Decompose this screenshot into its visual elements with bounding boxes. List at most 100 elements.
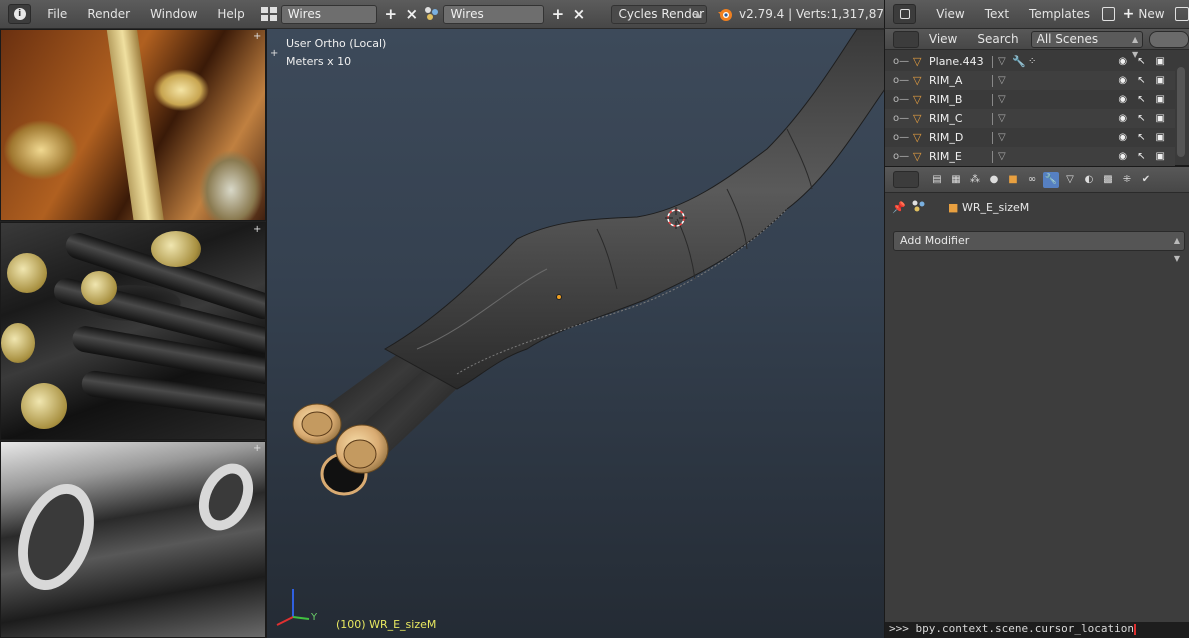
open-folder-icon[interactable] <box>1174 7 1189 21</box>
visibility-icon[interactable]: ◉ <box>1118 75 1127 86</box>
object-origin-icon[interactable] <box>556 294 562 300</box>
item-name[interactable]: RIM_C <box>929 112 987 125</box>
text-caret <box>1134 623 1137 635</box>
outliner-scrollbar[interactable] <box>1177 67 1185 157</box>
mesh-icon: ▽ <box>913 131 922 144</box>
physics-tab-icon[interactable]: ✔ <box>1138 172 1154 188</box>
scene-tab-icon[interactable]: ⁂ <box>967 172 983 188</box>
visibility-icon[interactable]: ◉ <box>1118 56 1127 67</box>
item-name[interactable]: Plane.443 <box>929 55 987 68</box>
modifier-icon: 🔧 <box>1012 55 1026 68</box>
particles-tab-icon[interactable]: ⁜ <box>1119 172 1135 188</box>
menu-templates[interactable]: Templates <box>1019 7 1100 21</box>
outliner: View Search All Scenes ▲ ▼ o— ▽ Plane.443… <box>884 29 1189 167</box>
selectable-icon[interactable]: ↖ <box>1137 151 1145 162</box>
texture-tab-icon[interactable]: ▩ <box>1100 172 1116 188</box>
delete-layout-button[interactable]: × <box>404 6 419 23</box>
menu-render[interactable]: Render <box>77 7 140 21</box>
visibility-icon[interactable]: ◉ <box>1118 151 1127 162</box>
visibility-icon[interactable]: ◉ <box>1118 94 1127 105</box>
render-engine-label: Cycles Render <box>618 6 705 21</box>
constraints-tab-icon[interactable]: ∞ <box>1024 172 1040 188</box>
visibility-icon[interactable]: ◉ <box>1118 113 1127 124</box>
menu-help[interactable]: Help <box>207 7 254 21</box>
world-tab-icon[interactable]: ● <box>986 172 1002 188</box>
menu-file[interactable]: File <box>37 7 77 21</box>
console-line[interactable]: >>> bpy.context.scene.cursor_location <box>889 622 1134 635</box>
new-text-button[interactable]: New <box>1134 7 1174 21</box>
visibility-icon[interactable]: ◉ <box>1118 132 1127 143</box>
item-name[interactable]: RIM_B <box>929 93 987 106</box>
info-header: i File Render Window Help Wires + × Wire… <box>0 0 884 29</box>
item-name[interactable]: RIM_A <box>929 74 987 87</box>
particles-icon: ⁘ <box>1028 56 1037 67</box>
image-editor-area: + + + <box>0 29 266 638</box>
outliner-item[interactable]: o— ▽ RIM_E ▽ ◉ ↖ ▣ <box>885 147 1175 166</box>
new-text-plus-icon[interactable]: + <box>1123 6 1135 22</box>
object-icon: ■ <box>948 201 959 214</box>
object-tab-icon[interactable]: ■ <box>1005 172 1021 188</box>
add-layout-button[interactable]: + <box>383 6 398 23</box>
menu-text[interactable]: Text <box>975 7 1019 21</box>
3d-cursor-icon[interactable] <box>665 207 687 229</box>
properties-editor-button[interactable] <box>893 171 919 188</box>
outliner-item[interactable]: o— ▽ RIM_A ▽ ◉ ↖ ▣ <box>885 71 1175 90</box>
selectable-icon[interactable]: ↖ <box>1137 75 1145 86</box>
mesh-icon: ▽ <box>913 74 922 87</box>
pin-icon[interactable]: 📌 <box>892 201 906 214</box>
outliner-item[interactable]: o— ▽ Plane.443 ▽ 🔧 ⁘ ◉ ↖ ▣ <box>885 52 1175 71</box>
selectable-icon[interactable]: ↖ <box>1137 56 1145 67</box>
outliner-item[interactable]: o— ▽ RIM_C ▽ ◉ ↖ ▣ <box>885 109 1175 128</box>
outliner-search-input[interactable] <box>1149 30 1189 48</box>
3d-viewport[interactable]: Y X User Ortho (Local) Meters x 10 + (10… <box>266 29 884 638</box>
selectable-icon[interactable]: ↖ <box>1137 132 1145 143</box>
item-name[interactable]: RIM_E <box>929 150 987 163</box>
area-split-icon[interactable]: + <box>253 225 262 235</box>
render-icon[interactable]: ▣ <box>1156 75 1165 86</box>
outliner-menu-search[interactable]: Search <box>967 32 1028 46</box>
add-modifier-button[interactable]: Add Modifier ▲ ▼ <box>893 231 1185 263</box>
item-name[interactable]: RIM_D <box>929 131 987 144</box>
selectable-icon[interactable]: ↖ <box>1137 113 1145 124</box>
data-tab-icon[interactable]: ▽ <box>1062 172 1078 188</box>
render-icon[interactable]: ▣ <box>1156 94 1165 105</box>
tree-connector-icon: o— <box>893 132 910 143</box>
outliner-editor-button[interactable] <box>893 30 919 48</box>
mesh-data-icon: ▽ <box>998 75 1006 86</box>
outliner-item[interactable]: o— ▽ RIM_B ▽ ◉ ↖ ▣ <box>885 90 1175 109</box>
screen-layout-field[interactable]: Wires <box>280 4 378 24</box>
python-console[interactable]: >>> bpy.context.scene.cursor_location <box>884 622 1189 638</box>
render-icon[interactable]: ▣ <box>1156 113 1165 124</box>
outliner-menu-view[interactable]: View <box>919 32 967 46</box>
mesh-icon: ▽ <box>913 112 922 125</box>
menu-view[interactable]: View <box>926 7 974 21</box>
delete-scene-button[interactable]: × <box>571 6 586 23</box>
add-scene-button[interactable]: + <box>550 6 565 23</box>
display-mode-select[interactable]: All Scenes ▲ ▼ <box>1030 30 1144 59</box>
mesh-data-icon: ▽ <box>998 56 1006 67</box>
editor-type-button[interactable] <box>893 4 917 24</box>
screen-layout-icon[interactable] <box>260 7 277 21</box>
render-tab-icon[interactable]: ▤ <box>929 172 945 188</box>
area-split-icon[interactable]: + <box>253 444 262 454</box>
reference-image-brass-fittings: + <box>0 29 266 221</box>
area-split-icon[interactable]: + <box>253 32 262 42</box>
render-engine-select[interactable]: Cycles Render ▲▼ <box>611 4 708 28</box>
selectable-icon[interactable]: ↖ <box>1137 94 1145 105</box>
render-layers-tab-icon[interactable]: ▦ <box>948 172 964 188</box>
outliner-item[interactable]: o— ▽ RIM_D ▽ ◉ ↖ ▣ <box>885 128 1175 147</box>
menu-window[interactable]: Window <box>140 7 207 21</box>
object-name: WR_E_sizeM <box>962 201 1030 214</box>
updown-arrow-icon: ▲▼ <box>1173 236 1180 263</box>
text-block-icon[interactable] <box>1102 7 1115 21</box>
scene-icon[interactable] <box>425 7 439 21</box>
render-icon[interactable]: ▣ <box>1156 132 1165 143</box>
area-split-icon[interactable]: + <box>270 49 279 59</box>
modifier-tab-icon[interactable]: 🔧 <box>1043 171 1059 188</box>
scene-field[interactable]: Wires <box>443 4 545 24</box>
render-icon[interactable]: ▣ <box>1156 151 1165 162</box>
updown-arrow-icon: ▲▼ <box>694 9 702 29</box>
editor-type-button[interactable]: i <box>8 4 32 24</box>
material-tab-icon[interactable]: ◐ <box>1081 172 1097 188</box>
render-icon[interactable]: ▣ <box>1156 56 1165 67</box>
